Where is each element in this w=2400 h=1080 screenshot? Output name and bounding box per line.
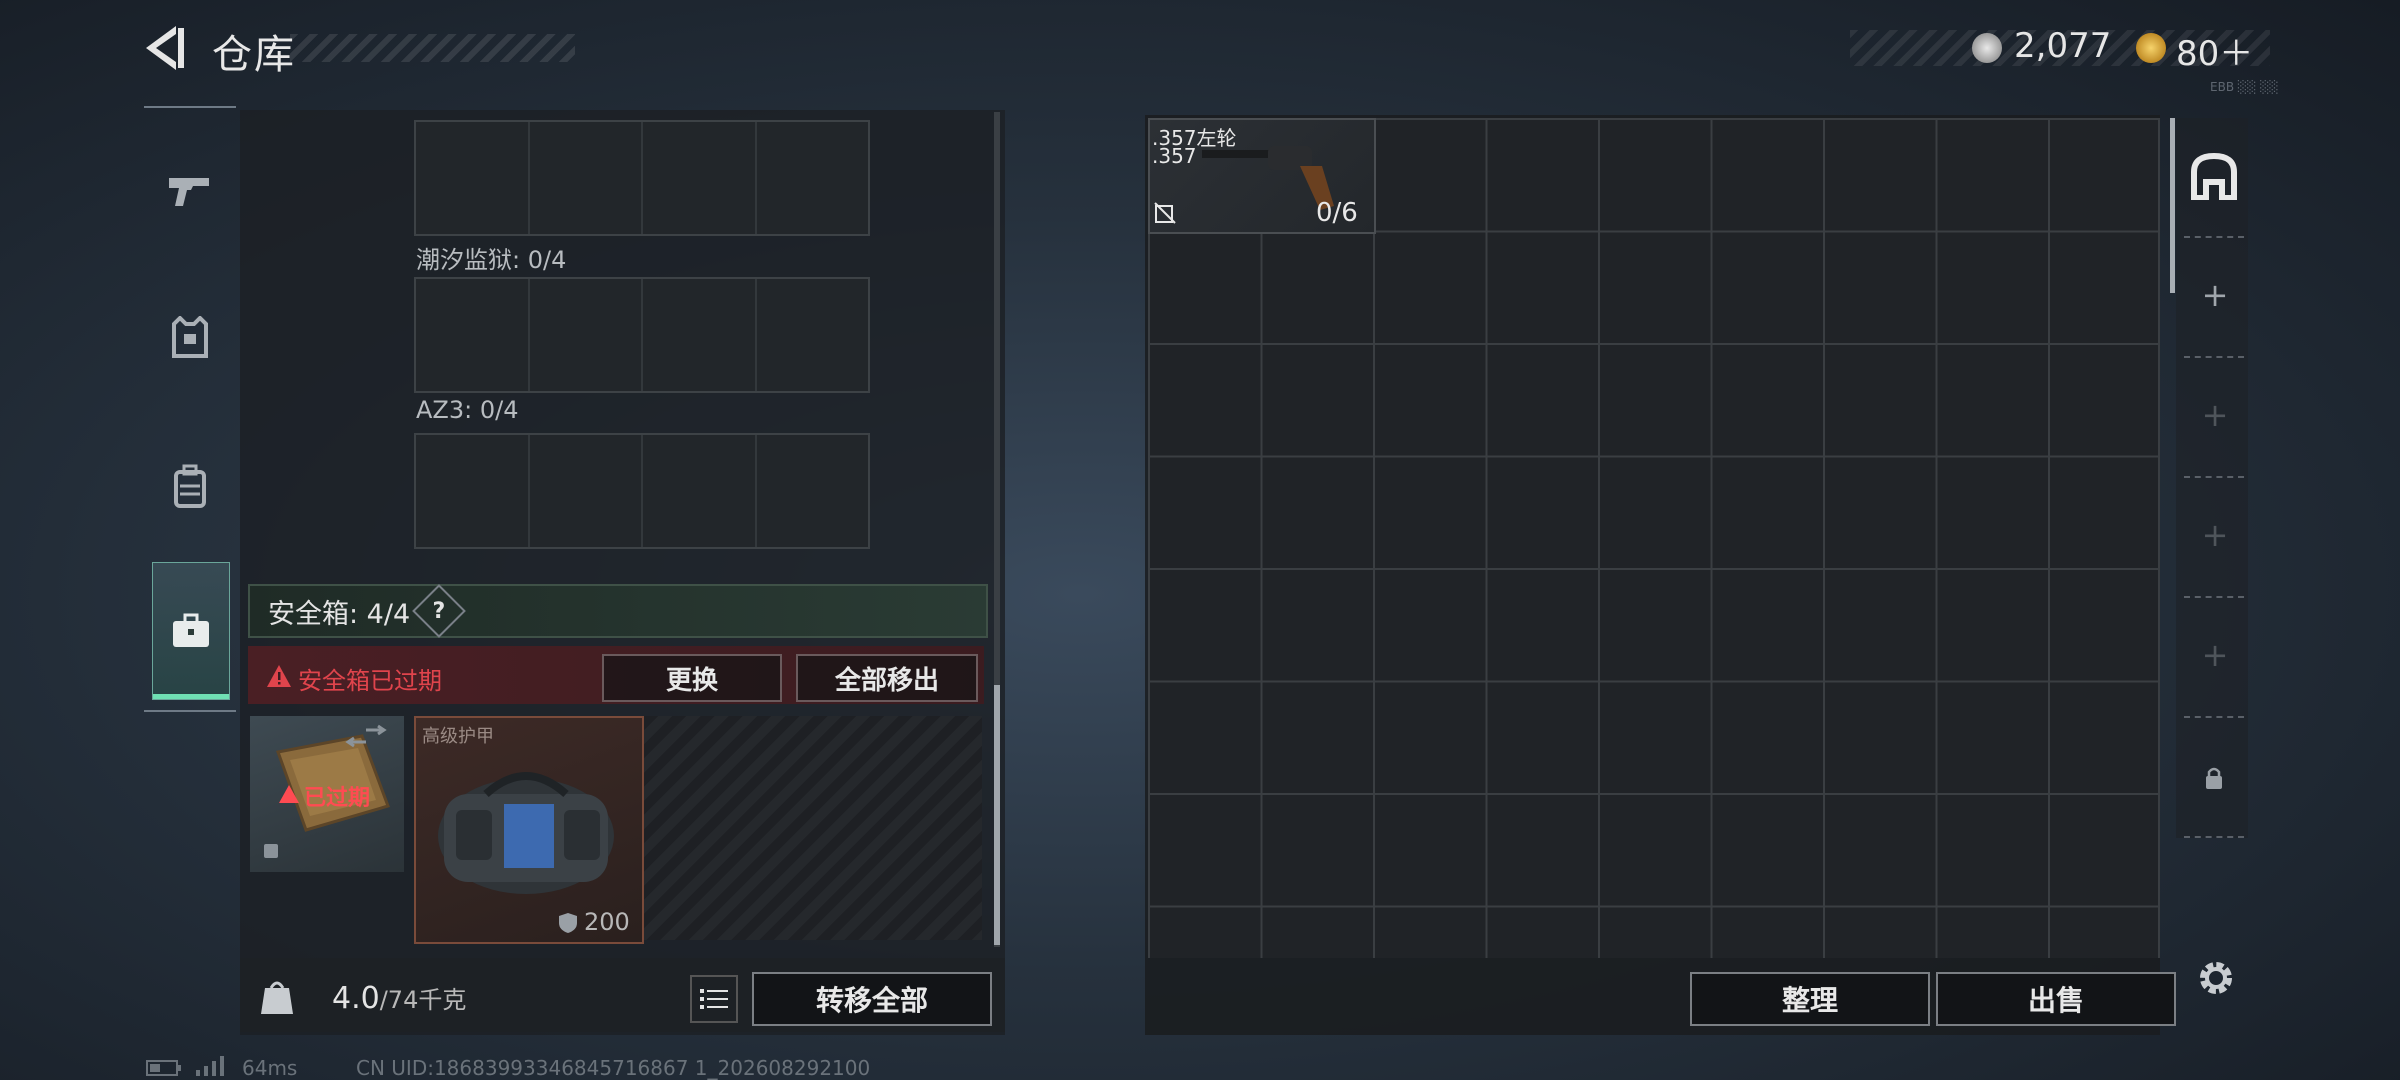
no-ammo-icon bbox=[1154, 202, 1176, 224]
add-tab-icon[interactable]: + bbox=[2200, 396, 2230, 434]
briefcase-icon bbox=[173, 613, 209, 647]
stash-grid[interactable] bbox=[1148, 118, 2160, 958]
rail-item-safebox[interactable] bbox=[152, 562, 230, 700]
battery-icon bbox=[146, 1060, 181, 1076]
sort-button[interactable]: 整理 bbox=[1690, 972, 1930, 1026]
weight-max: /74千克 bbox=[379, 986, 467, 1014]
slot-grid-tidal[interactable] bbox=[414, 277, 870, 393]
slot-grid-az3[interactable] bbox=[414, 433, 870, 549]
gear-icon[interactable] bbox=[2194, 956, 2238, 1000]
rail-bottom-line bbox=[144, 710, 236, 712]
stash-scroll-thumb[interactable] bbox=[2170, 118, 2175, 293]
slot-grid-top[interactable] bbox=[414, 120, 870, 236]
ping-readout: 64ms bbox=[242, 1056, 298, 1080]
rail-top-line bbox=[144, 106, 236, 108]
list-icon bbox=[700, 989, 728, 1009]
weight-icon bbox=[261, 981, 293, 1014]
backpack-icon bbox=[174, 464, 206, 508]
signal-icon bbox=[196, 1056, 224, 1076]
rail-separator bbox=[2184, 596, 2244, 598]
add-tab-icon[interactable]: + bbox=[2200, 516, 2230, 554]
rail-item-backpack[interactable] bbox=[152, 426, 228, 546]
empty-safebox-slots bbox=[644, 716, 982, 940]
sell-button[interactable]: 出售 bbox=[1936, 972, 2176, 1026]
safe-box-header: 安全箱: 4/4 ? bbox=[248, 584, 988, 638]
page-title: 仓库 bbox=[212, 32, 296, 78]
gold-currency-value[interactable]: 80＋ bbox=[2176, 26, 2253, 75]
rail-separator bbox=[2184, 716, 2244, 718]
weight-current: 4.0 bbox=[332, 981, 380, 1016]
vest-icon bbox=[172, 316, 208, 358]
replace-button[interactable]: 更换 bbox=[602, 654, 782, 702]
rail-separator bbox=[2184, 476, 2244, 478]
stash-home-icon[interactable] bbox=[2190, 152, 2238, 200]
stash-tab-rail bbox=[2176, 118, 2248, 838]
rail-separator bbox=[2184, 236, 2244, 238]
slot-label-tidal: 潮汐监狱: 0/4 bbox=[416, 246, 567, 274]
back-arrow-icon[interactable] bbox=[140, 22, 186, 74]
move-all-out-button[interactable]: 全部移出 bbox=[796, 654, 978, 702]
rail-separator bbox=[2184, 356, 2244, 358]
expired-message: 安全箱已过期 bbox=[298, 667, 442, 695]
ammo-count: 0/6 bbox=[1316, 198, 1358, 228]
case-warning-icon bbox=[279, 785, 299, 803]
safe-box-title: 安全箱: 4/4 bbox=[268, 598, 411, 630]
list-view-button[interactable] bbox=[690, 975, 738, 1023]
lock-icon bbox=[264, 844, 278, 858]
warning-icon bbox=[267, 665, 291, 687]
rail-separator bbox=[2184, 836, 2244, 838]
tiny-code: EBB ░░ ░░ bbox=[2210, 80, 2279, 94]
add-tab-icon[interactable]: + bbox=[2200, 276, 2230, 314]
silver-coin-icon bbox=[1972, 33, 2002, 63]
title-decoration bbox=[290, 34, 575, 62]
item-value: 200 bbox=[584, 908, 630, 936]
help-button[interactable]: ? bbox=[412, 584, 467, 638]
uid-readout: CN UID:18683993346845716867 1_2026082921… bbox=[356, 1056, 871, 1080]
rail-item-armor[interactable] bbox=[152, 278, 228, 398]
help-glyph: ? bbox=[432, 598, 446, 624]
item-caliber: .357 bbox=[1152, 144, 1197, 168]
gold-coin-icon bbox=[2136, 33, 2166, 63]
silver-currency-value: 2,077 bbox=[2014, 26, 2112, 66]
rail-item-weapon[interactable] bbox=[152, 130, 228, 250]
shield-icon bbox=[559, 913, 577, 933]
pistol-icon bbox=[169, 178, 209, 206]
item-name-label: 高级护甲 bbox=[422, 726, 494, 747]
weight-readout: 4.0/74千克 bbox=[332, 980, 466, 1016]
swap-icon bbox=[366, 724, 387, 736]
left-scroll-thumb[interactable] bbox=[994, 685, 1000, 945]
lock-icon[interactable] bbox=[2204, 766, 2224, 790]
transfer-all-button[interactable]: 转移全部 bbox=[752, 972, 992, 1026]
add-tab-icon[interactable]: + bbox=[2200, 636, 2230, 674]
case-expired-label: 已过期 bbox=[304, 786, 371, 811]
slot-label-az3: AZ3: 0/4 bbox=[416, 396, 519, 424]
